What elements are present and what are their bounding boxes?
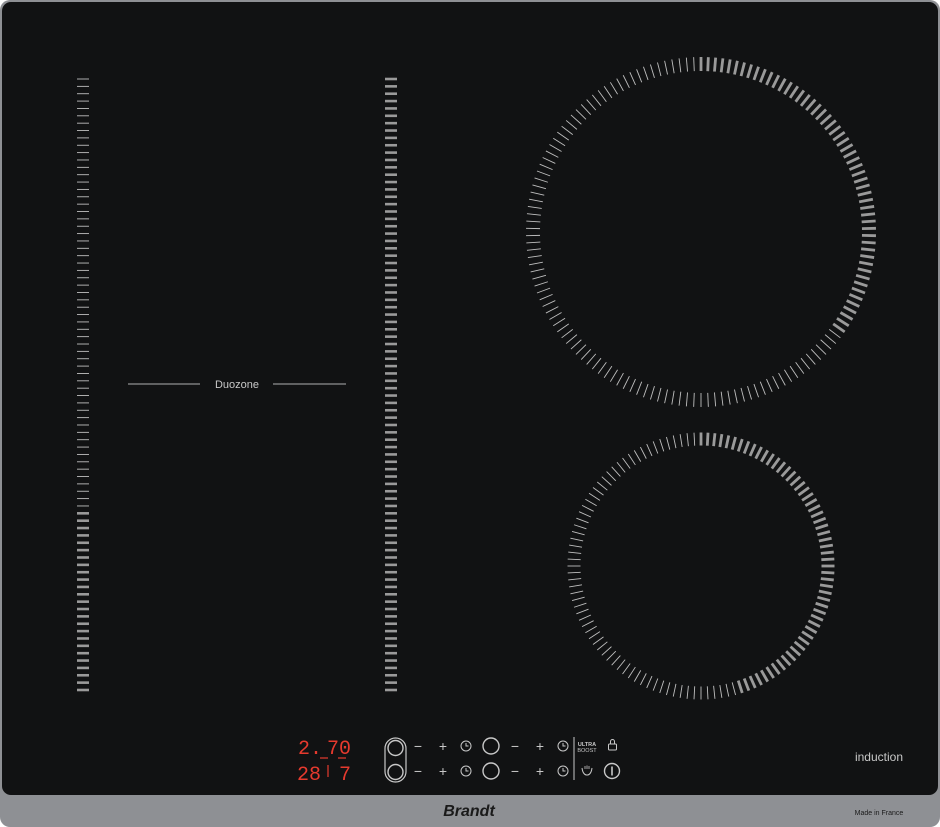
- brand-logo: Brandt: [443, 803, 495, 820]
- induction-hob: Duozone 2. 70 28 7 − + − + ULTRA BOOST −…: [0, 0, 940, 827]
- zone4-plus-button[interactable]: +: [536, 763, 544, 779]
- made-in-label: Made in France: [855, 810, 904, 817]
- large-zone-tick: [860, 247, 876, 252]
- display-bottom-left: 28: [297, 764, 321, 787]
- small-zone-tick: [712, 433, 717, 447]
- zone1-minus-button[interactable]: −: [414, 738, 422, 754]
- display-top-left: 2.: [298, 738, 322, 761]
- ultra-boost-line2: BOOST: [577, 748, 597, 754]
- display-bottom-right: 7: [339, 764, 351, 787]
- large-zone-tick: [861, 240, 876, 245]
- induction-label: induction: [855, 750, 903, 764]
- small-zone-tick: [821, 570, 835, 575]
- zone3-minus-button[interactable]: −: [414, 763, 422, 779]
- large-zone-tick: [707, 392, 709, 407]
- large-zone-tick: [693, 57, 695, 72]
- zone3-plus-button[interactable]: +: [439, 763, 447, 779]
- small-zone-tick: [820, 550, 834, 555]
- zone2-minus-button[interactable]: −: [511, 738, 519, 754]
- ultra-boost-button[interactable]: ULTRA BOOST: [577, 742, 597, 754]
- zone2-plus-button[interactable]: +: [536, 738, 544, 754]
- glass-surface: [2, 2, 938, 795]
- small-zone-tick: [821, 557, 835, 562]
- hob-drawing: Duozone 2. 70 28 7 − + − + ULTRA BOOST −…: [0, 0, 940, 827]
- duozone-label: Duozone: [215, 379, 259, 391]
- large-zone-tick: [693, 392, 695, 407]
- large-zone-tick: [719, 58, 725, 73]
- small-zone-tick: [820, 577, 834, 582]
- large-zone-tick: [713, 57, 718, 72]
- small-zone-tick: [705, 432, 710, 446]
- zone1-plus-button[interactable]: +: [439, 738, 447, 754]
- large-zone-tick: [860, 212, 876, 217]
- zone4-minus-button[interactable]: −: [511, 763, 519, 779]
- large-zone-tick: [861, 219, 876, 224]
- large-zone-tick: [706, 57, 710, 72]
